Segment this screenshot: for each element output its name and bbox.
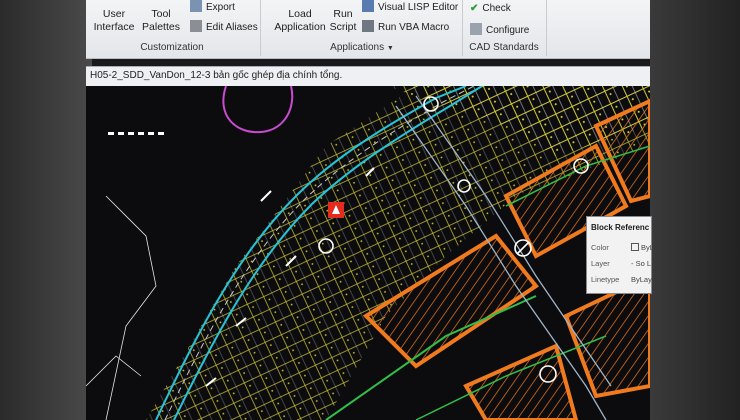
white-outline-left [105,195,157,420]
export-button[interactable]: Export [190,0,235,13]
visual-lisp-editor-button[interactable]: Visual LISP Editor [362,0,458,13]
color-value: ByL [631,243,654,252]
configure-button[interactable]: Configure [470,23,529,36]
photo-margin-left [0,0,92,420]
visual-lisp-icon [362,0,374,12]
linetype-value: ByLay [631,275,652,284]
group-applications-label: Applications [330,42,385,53]
load-application-button[interactable]: Load Application [272,8,328,34]
check-label: Check [482,3,511,14]
linetype-label: Linetype [591,275,620,284]
edit-aliases-label: Edit Aliases [206,22,258,33]
magenta-contour [222,86,294,134]
export-label: Export [206,2,235,13]
scale-bar [108,132,164,135]
tool-palettes-button[interactable]: Tool Palettes [140,8,182,34]
ribbon-panel: User Interface Tool Palettes Export Edit… [86,0,650,59]
drawing-title-bar: H05-2_SDD_VanDon_12-3 bản gốc ghép địa c… [86,66,650,88]
layer-label: Layer [591,259,610,268]
group-cad-standards-label: CAD Standards [469,42,539,53]
orange-zone-4 [563,273,650,399]
photo-margin-right [650,0,740,420]
cad-map [86,86,650,420]
run-vba-icon [362,20,374,32]
run-vba-label: Run VBA Macro [378,22,450,33]
edit-aliases-button[interactable]: Edit Aliases [190,20,258,33]
configure-icon [470,23,482,35]
export-icon [190,0,202,12]
edit-aliases-icon [190,20,202,32]
user-interface-button[interactable]: User Interface [90,8,138,34]
properties-title: Block Referenc [591,223,650,232]
drawing-canvas[interactable] [86,86,650,420]
configure-label: Configure [486,25,530,36]
properties-popup[interactable]: Block Referenc Color ByL Layer - So L Li… [586,216,654,294]
visual-lisp-label: Visual LISP Editor [378,2,459,13]
orange-zone-5 [463,343,579,420]
drawing-title: H05-2_SDD_VanDon_12-3 bản gốc ghép địa c… [90,70,343,81]
run-script-button[interactable]: Run Script [328,8,358,34]
check-icon: ✔ [470,3,479,14]
color-label: Color [591,243,609,252]
group-applications[interactable]: Applications ▼ [262,42,462,53]
group-customization-label: Customization [140,42,204,53]
run-vba-macro-button[interactable]: Run VBA Macro [362,20,449,33]
layer-value: - So L [631,259,652,268]
dropdown-arrow-icon: ▼ [386,45,394,52]
check-button[interactable]: ✔ Check [470,3,511,14]
